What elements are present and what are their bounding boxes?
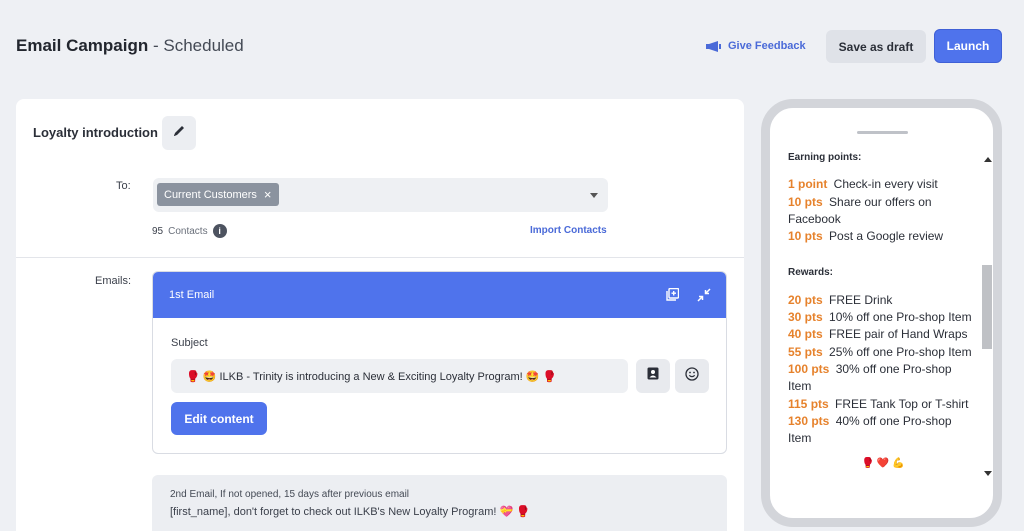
earning-pts: 10 pts [788, 229, 823, 244]
reward-row: 30 pts 10% off one Pro-shop Item [788, 309, 978, 326]
pencil-icon [172, 124, 186, 143]
info-icon[interactable]: i [212, 224, 227, 238]
subject-input[interactable]: 🥊 🤩 ILKB - Trinity is introducing a New … [171, 359, 628, 393]
earning-row: 1 point Check-in every visit [788, 176, 978, 193]
edit-content-button[interactable]: Edit content [171, 402, 267, 435]
preview-scrollbar[interactable] [982, 149, 992, 479]
recipient-chip: Current Customers × [157, 183, 279, 206]
contacts-count: 95 Contacts i [152, 224, 227, 238]
earning-text: Post a Google review [829, 229, 944, 244]
page-title-status: Scheduled [163, 36, 244, 55]
page-title-separator: - [148, 36, 164, 55]
reward-pts: 130 pts [788, 413, 830, 428]
divider [16, 257, 744, 258]
contact-card-icon [647, 367, 659, 385]
emails-label: Emails: [95, 275, 132, 287]
campaign-name: Loyalty introduction [33, 125, 158, 140]
second-email-subject: [first_name], don't forget to check out … [170, 506, 530, 518]
reward-row: 55 pts 25% off one Pro-shop Item [788, 344, 978, 361]
launch-button[interactable]: Launch [934, 29, 1002, 63]
reward-text: FREE Tank Top or T-shirt [835, 396, 969, 411]
to-label: To: [116, 180, 131, 192]
reward-text: 25% off one Pro-shop Item [829, 344, 972, 359]
scroll-down-icon[interactable] [984, 471, 992, 476]
phone-preview: Earning points: 1 point Check-in every v… [761, 99, 1002, 527]
rewards-title: Rewards: [788, 267, 834, 279]
reward-pts: 100 pts [788, 361, 830, 376]
reward-pts: 115 pts [788, 396, 829, 411]
reward-pts: 40 pts [788, 327, 823, 342]
reward-pts: 20 pts [788, 292, 823, 307]
give-feedback-label: Give Feedback [728, 40, 806, 52]
reward-row: 20 pts FREE Drink [788, 292, 978, 309]
reward-text: FREE Drink [829, 292, 893, 307]
second-email-panel[interactable]: 2nd Email, If not opened, 15 days after … [152, 475, 727, 531]
scroll-up-icon[interactable] [984, 157, 992, 162]
reward-pts: 30 pts [788, 310, 823, 325]
earning-pts: 1 point [788, 177, 828, 192]
contacts-number: 95 [152, 225, 164, 237]
smiley-icon [685, 366, 699, 386]
edit-name-button[interactable] [162, 116, 196, 150]
subject-label: Subject [171, 337, 208, 349]
reward-text: FREE pair of Hand Wraps [829, 327, 968, 342]
collapse-icon[interactable] [697, 288, 711, 305]
contacts-label: Contacts [168, 225, 208, 237]
scroll-thumb[interactable] [982, 265, 992, 349]
footer-emojis: 🥊 ❤️ 💪 [861, 458, 905, 470]
first-email-header[interactable]: 1st Email [153, 272, 726, 318]
reward-text: 10% off one Pro-shop Item [829, 310, 972, 325]
page-title-main: Email Campaign [16, 36, 149, 55]
save-as-draft-button[interactable]: Save as draft [826, 30, 926, 63]
first-email-panel: 1st Email Subject 🥊 🤩 ILKB - Trinity is … [152, 271, 727, 454]
megaphone-icon [706, 40, 721, 52]
earning-row: 10 pts Share our offers on Facebook [788, 194, 978, 229]
campaign-card: Loyalty introduction To: Current Custome… [16, 99, 744, 531]
preview-content: Earning points: 1 point Check-in every v… [788, 149, 978, 473]
emoji-button[interactable] [675, 359, 709, 393]
reward-pts: 55 pts [788, 344, 823, 359]
recipients-select[interactable]: Current Customers × [153, 178, 608, 212]
chevron-down-icon[interactable] [590, 193, 598, 198]
reward-row: 100 pts 30% off one Pro-shop Item [788, 361, 978, 396]
top-bar: Email Campaign - Scheduled Give Feedback… [0, 0, 1024, 92]
page-title: Email Campaign - Scheduled [16, 36, 244, 56]
import-contacts-link[interactable]: Import Contacts [530, 225, 607, 236]
recipient-chip-label: Current Customers [164, 188, 257, 201]
first-email-title: 1st Email [169, 289, 215, 301]
second-email-schedule: 2nd Email, If not opened, 15 days after … [170, 489, 410, 500]
reward-row: 130 pts 40% off one Pro-shop Item [788, 413, 978, 448]
personalize-button[interactable] [636, 359, 670, 393]
remove-chip-icon[interactable]: × [264, 188, 272, 201]
reward-row: 40 pts FREE pair of Hand Wraps [788, 326, 978, 343]
earning-row: 10 pts Post a Google review [788, 228, 978, 245]
reward-row: 115 pts FREE Tank Top or T-shirt [788, 396, 978, 413]
give-feedback-link[interactable]: Give Feedback [706, 40, 806, 52]
duplicate-icon[interactable] [666, 287, 680, 305]
earning-points-title: Earning points: [788, 152, 862, 163]
earning-pts: 10 pts [788, 194, 823, 209]
phone-speaker [857, 131, 908, 134]
earning-text: Check-in every visit [833, 177, 938, 192]
